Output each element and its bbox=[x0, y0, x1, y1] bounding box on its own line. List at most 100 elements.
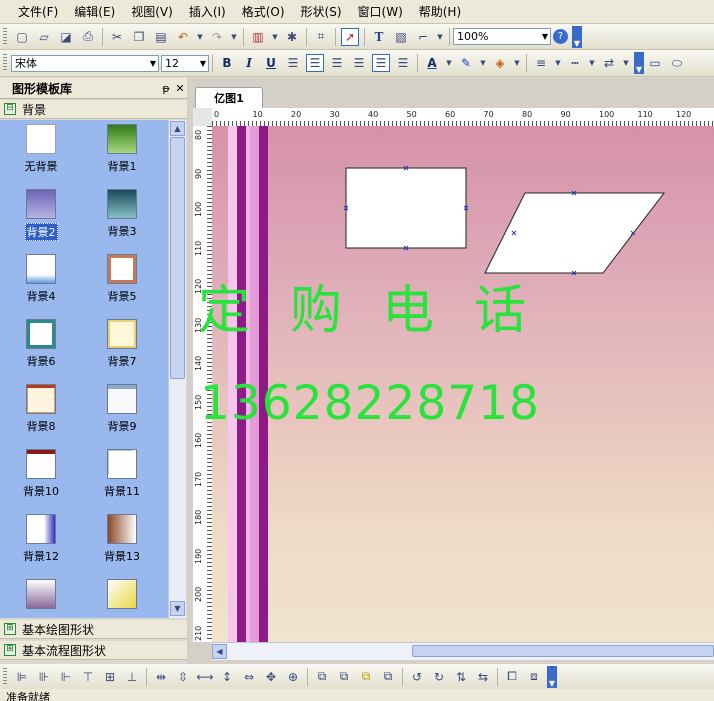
menu-window[interactable]: 窗口(W) bbox=[350, 3, 411, 20]
line-dash-dropdown-icon[interactable]: ▼ bbox=[588, 54, 596, 72]
text-tool-icon[interactable]: T bbox=[370, 28, 388, 46]
align-center-icon[interactable]: ⊪ bbox=[35, 668, 53, 686]
connector-icon[interactable]: ⌐ bbox=[414, 28, 432, 46]
line-color-dropdown-icon[interactable]: ▼ bbox=[479, 54, 487, 72]
ungroup-icon[interactable]: ⧈ bbox=[525, 668, 543, 686]
align-top-icon[interactable]: ☰ bbox=[350, 54, 368, 72]
print-icon[interactable]: ⎙ bbox=[79, 28, 97, 46]
fill-color-icon[interactable]: ◈ bbox=[491, 54, 509, 72]
rotate-right-icon[interactable]: ↻ bbox=[430, 668, 448, 686]
toolbar-options-icon[interactable]: ▼ bbox=[634, 52, 644, 74]
shape-library-dropdown-icon[interactable]: ▼ bbox=[271, 28, 279, 46]
menu-format[interactable]: 格式(O) bbox=[234, 3, 293, 20]
line-dash-icon[interactable]: ┅ bbox=[566, 54, 584, 72]
crop-icon[interactable]: ⌗ bbox=[312, 28, 330, 46]
scroll-down-icon[interactable]: ▼ bbox=[170, 601, 185, 616]
paste-icon[interactable]: ▤ bbox=[152, 28, 170, 46]
pointer-tool-icon[interactable]: ➚ bbox=[341, 27, 359, 46]
fit-icon[interactable]: ⊕ bbox=[284, 668, 302, 686]
gallery-item[interactable]: 背景7 bbox=[87, 319, 157, 369]
send-to-back-icon[interactable]: ⧉ bbox=[335, 668, 353, 686]
gallery-item[interactable]: 背景3 bbox=[87, 189, 157, 239]
flip-horizontal-icon[interactable]: ⇆ bbox=[474, 668, 492, 686]
line-weight-icon[interactable]: ≡ bbox=[532, 54, 550, 72]
ellipse-tool-icon[interactable]: ⬭ bbox=[668, 54, 686, 72]
align-middle-icon[interactable]: ⊞ bbox=[101, 668, 119, 686]
gallery-item[interactable]: 背景9 bbox=[87, 384, 157, 434]
rectangle-tool-icon[interactable]: ▭ bbox=[646, 54, 664, 72]
gallery-item[interactable]: 背景11 bbox=[87, 449, 157, 499]
redo-icon[interactable]: ↷ bbox=[208, 28, 226, 46]
align-middle-icon[interactable]: ☰ bbox=[372, 54, 390, 72]
toolbar-options-icon[interactable]: ▼ bbox=[572, 25, 582, 48]
center-icon[interactable]: ✥ bbox=[262, 668, 280, 686]
toolbar-grip[interactable] bbox=[3, 54, 7, 72]
zoom-combo[interactable]: 100% ▼ bbox=[453, 28, 551, 45]
toolbar-grip[interactable] bbox=[3, 667, 7, 686]
align-left-edges-icon[interactable]: ⊫ bbox=[13, 668, 31, 686]
toolbar-options-icon[interactable]: ▼ bbox=[547, 665, 557, 688]
group-icon[interactable]: ⧠ bbox=[503, 668, 521, 686]
distribute-horizontal-icon[interactable]: ⇹ bbox=[152, 668, 170, 686]
font-size-combo[interactable]: 12 ▼ bbox=[161, 54, 209, 72]
same-size-icon[interactable]: ⇔ bbox=[240, 668, 258, 686]
align-bottom-edges-icon[interactable]: ⊥ bbox=[123, 668, 141, 686]
open-file-icon[interactable]: ▱ bbox=[35, 28, 53, 46]
category-basic-drawing[interactable]: ⊞ 基本绘图形状 bbox=[0, 620, 187, 639]
scroll-thumb[interactable] bbox=[170, 137, 185, 379]
gallery-item[interactable]: 无背景 bbox=[6, 124, 76, 174]
canvas-horizontal-scrollbar[interactable]: ◀ bbox=[212, 642, 714, 660]
align-bottom-icon[interactable]: ☰ bbox=[394, 54, 412, 72]
gallery-item[interactable] bbox=[87, 579, 157, 618]
document-tab[interactable]: 亿图1 bbox=[195, 87, 263, 108]
same-width-icon[interactable]: ⟷ bbox=[196, 668, 214, 686]
line-weight-dropdown-icon[interactable]: ▼ bbox=[554, 54, 562, 72]
shape-library-icon[interactable]: ▥ bbox=[249, 28, 267, 46]
save-icon[interactable]: ◪ bbox=[57, 28, 75, 46]
line-arrow-icon[interactable]: ⇄ bbox=[600, 54, 618, 72]
same-height-icon[interactable]: ↕ bbox=[218, 668, 236, 686]
menu-file[interactable]: 文件(F) bbox=[10, 3, 66, 20]
rectangle-shape[interactable] bbox=[345, 167, 467, 249]
bring-to-front-icon[interactable]: ⧉ bbox=[313, 668, 331, 686]
fill-color-dropdown-icon[interactable]: ▼ bbox=[513, 54, 521, 72]
flip-vertical-icon[interactable]: ⇅ bbox=[452, 668, 470, 686]
expand-icon[interactable]: ⊞ bbox=[4, 644, 16, 656]
italic-button[interactable]: I bbox=[240, 54, 258, 72]
gallery-item[interactable]: 背景4 bbox=[6, 254, 76, 304]
font-color-dropdown-icon[interactable]: ▼ bbox=[445, 54, 453, 72]
gallery-item[interactable]: 背景5 bbox=[87, 254, 157, 304]
pin-icon[interactable]: ᵽ bbox=[159, 82, 173, 95]
category-background[interactable]: ⊟ 背景 bbox=[0, 100, 187, 119]
gallery-scrollbar[interactable]: ▲ ▼ bbox=[168, 120, 186, 618]
parallelogram-shape[interactable] bbox=[484, 192, 666, 274]
gallery-item[interactable]: 背景13 bbox=[87, 514, 157, 564]
toolbar-grip[interactable] bbox=[3, 27, 7, 46]
scroll-left-icon[interactable]: ◀ bbox=[212, 644, 227, 659]
menu-shape[interactable]: 形状(S) bbox=[293, 3, 350, 20]
category-basic-flowchart[interactable]: ⊞ 基本流程图形状 bbox=[0, 641, 187, 660]
align-top-edges-icon[interactable]: ⊤ bbox=[79, 668, 97, 686]
distribute-vertical-icon[interactable]: ⇳ bbox=[174, 668, 192, 686]
underline-button[interactable]: U bbox=[262, 54, 280, 72]
align-right-icon[interactable]: ☰ bbox=[328, 54, 346, 72]
rotate-left-icon[interactable]: ↺ bbox=[408, 668, 426, 686]
cut-icon[interactable]: ✂ bbox=[108, 28, 126, 46]
gallery-item[interactable] bbox=[6, 579, 76, 618]
line-color-icon[interactable]: ✎ bbox=[457, 54, 475, 72]
scroll-up-icon[interactable]: ▲ bbox=[170, 121, 185, 136]
align-left-icon[interactable]: ☰ bbox=[284, 54, 302, 72]
font-family-combo[interactable]: 宋体 ▼ bbox=[11, 54, 159, 72]
menu-insert[interactable]: 插入(I) bbox=[181, 3, 234, 20]
copy-icon[interactable]: ❐ bbox=[130, 28, 148, 46]
gallery-item[interactable]: 背景1 bbox=[87, 124, 157, 174]
close-icon[interactable]: ✕ bbox=[173, 82, 187, 95]
new-file-icon[interactable]: ▢ bbox=[13, 28, 31, 46]
gallery-item[interactable]: 背景10 bbox=[6, 449, 76, 499]
gallery-item[interactable]: 背景2 bbox=[6, 189, 76, 241]
align-center-icon[interactable]: ☰ bbox=[306, 54, 324, 72]
scroll-thumb[interactable] bbox=[412, 645, 714, 657]
help-icon[interactable]: ? bbox=[553, 29, 568, 44]
expand-icon[interactable]: ⊟ bbox=[4, 103, 16, 115]
undo-dropdown-icon[interactable]: ▼ bbox=[196, 28, 204, 46]
